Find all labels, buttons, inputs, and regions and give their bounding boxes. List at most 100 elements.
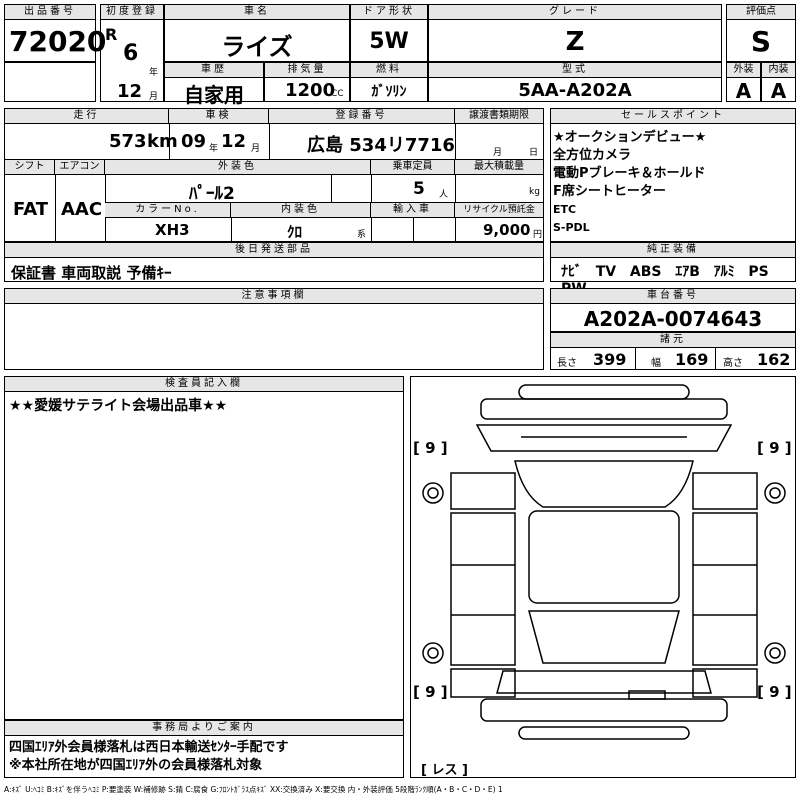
sales-point: 電動Pブレーキ＆ホールド (553, 166, 706, 181)
dimensions-box: 諸元 長さ 399 幅 169 高さ 162 (550, 332, 796, 370)
door-label: ドア形状 (351, 5, 427, 20)
notes-label: 注意事項欄 (5, 289, 543, 304)
right-side (692, 512, 758, 666)
inspection-month-unit: 月 (251, 144, 261, 154)
front-bumper (518, 384, 690, 400)
transfer-doc-label: 譲渡書類期限 (455, 109, 543, 124)
roof (528, 510, 680, 604)
displacement-box: 排気量 1200 CC (264, 62, 350, 102)
mileage: 573 (109, 131, 147, 152)
transfer-day: 日 (529, 148, 539, 158)
first-reg-month: 12 (117, 81, 143, 102)
hood (475, 424, 733, 452)
vehicle-details-block: 走行 車検 登録番号 譲渡書類期限 573 km 09 年 12 月 広島 53… (4, 108, 544, 242)
lot-number-spacer (4, 62, 96, 102)
month-unit: 月 (149, 92, 159, 102)
inspection-month: 12 (221, 131, 247, 152)
damage-legend: A:ｷｽﾞ U:ﾍｺﾐ B:ｷｽﾞを伴うﾍｺﾐ P:要塗装 W:補修跡 S:錆 … (4, 785, 503, 794)
fuel-label: 燃料 (351, 63, 427, 78)
chassis-box: 車台番号 A202A-0074643 (550, 288, 796, 332)
exterior-grade-box: 外装 A (726, 62, 761, 103)
ac-label: エアコン (55, 160, 105, 175)
exterior-grade: A (735, 79, 752, 103)
tyre-front-left (422, 482, 444, 504)
sales-points-label: セールスポイント (551, 109, 795, 124)
capacity: 5 (413, 179, 425, 199)
recycle-label: リサイクル預託金 (455, 203, 543, 218)
office-box: 事務局よりご案内 四国ｴﾘｱ外会員様落札は西日本輸送ｾﾝﾀｰ手配です ※本社所在… (4, 720, 404, 778)
sales-point: F席シートヒーター (553, 184, 666, 199)
sales-point: ★オークションデビュー★ (553, 130, 707, 145)
displacement-label: 排気量 (265, 63, 349, 78)
office-notice: 四国ｴﾘｱ外会員様落札は西日本輸送ｾﾝﾀｰ手配です ※本社所在地が四国ｴﾘｱ外の… (9, 739, 289, 775)
inspector-note: ★★愛媛サテライト会場出品車★★ (9, 398, 228, 414)
first-registration-box: 初度登録 R 6 年 12 月 (100, 4, 164, 102)
spare-tyre-mark: [ レス ] (421, 763, 468, 778)
tyre-mark-rear-left: [ 9 ] (413, 683, 448, 701)
fuel-box: 燃料 ｶﾞｿﾘﾝ (350, 62, 428, 102)
tyre-mark-rear-right: [ 9 ] (757, 683, 792, 701)
registration-number: 広島 534リ7716 (307, 135, 455, 156)
later-parts: 保証書 車両取説 予備ｷｰ (11, 264, 172, 282)
exterior-color: ﾊﾟｰﾙ2 (189, 184, 235, 204)
lot-number: 72020 (9, 25, 107, 58)
model-box: 型式 5AA-A202A (428, 62, 722, 102)
interior-grade-box: 内装 A (761, 62, 796, 103)
dimensions-label: 諸元 (551, 333, 795, 348)
ac-type: AAC (61, 199, 103, 220)
chassis-label: 車台番号 (551, 289, 795, 304)
later-parts-box: 後日発送部品 保証書 車両取説 予備ｷｰ (4, 242, 544, 282)
windshield (514, 460, 694, 508)
office-line-1: 四国ｴﾘｱ外会員様落札は西日本輸送ｾﾝﾀｰ手配です (9, 740, 289, 755)
lot-number-label: 出品番号 (5, 5, 95, 20)
car-diagram (422, 384, 786, 740)
equipment-label: 純正装備 (551, 243, 795, 258)
sales-point-list: ★オークションデビュー★ 全方位カメラ 電動Pブレーキ＆ホールド F席シートヒー… (553, 129, 706, 237)
inspector-label: 検査員記入欄 (5, 377, 403, 392)
office-line-2: ※本社所在地が四国ｴﾘｱ外の会員様落札対象 (9, 758, 263, 773)
grade-label: グレード (429, 5, 721, 20)
rear-bumper (480, 698, 728, 722)
model-label: 型式 (429, 63, 721, 78)
model-code: 5AA-A202A (518, 80, 632, 101)
shift-label: シフト (5, 160, 55, 175)
interior-color-label: 内装色 (231, 203, 371, 218)
recycle-unit: 円 (533, 230, 543, 240)
tyre-mark-front-right: [ 9 ] (757, 439, 792, 457)
registration-label: 登録番号 (269, 109, 455, 124)
capacity-unit: 人 (439, 190, 449, 200)
history: 自家用 (184, 83, 244, 107)
chassis-number: A202A-0074643 (583, 307, 763, 331)
interior-color-unit: 系 (357, 230, 367, 240)
capacity-label: 乗車定員 (371, 160, 455, 175)
sales-point: ETC (553, 203, 577, 216)
equip-abs: ABS (629, 264, 662, 280)
fuel: ｶﾞｿﾘﾝ (371, 84, 407, 100)
displacement-unit: CC (331, 89, 344, 99)
color-number: XH3 (155, 221, 190, 239)
later-parts-label: 後日発送部品 (5, 243, 543, 258)
inspection-year: 09 (181, 131, 207, 152)
grade: Z (565, 27, 585, 57)
rating-box: 評価点 S (726, 4, 796, 62)
mileage-label: 走行 (5, 109, 169, 124)
max-load-label: 最大積載量 (455, 160, 543, 175)
damage-diagram-box: [ 9 ] [ 9 ] [ 9 ] [ 9 ] [ レス ] (410, 376, 796, 778)
first-registration-label: 初度登録 (101, 5, 163, 20)
recycle-fee: 9,000 (483, 221, 531, 239)
grade-box: グレード Z (428, 4, 722, 62)
equip-tv: TV (595, 264, 617, 280)
color-number-label: カラーNo. (105, 203, 231, 218)
inspector-box: 検査員記入欄 ★★愛媛サテライト会場出品車★★ (4, 376, 404, 720)
length: 399 (593, 350, 627, 369)
transfer-month: 月 (493, 148, 503, 158)
exterior-color-label: 外装色 (105, 160, 371, 175)
max-load-unit: kg (529, 187, 540, 197)
rating-label: 評価点 (727, 5, 795, 20)
tyre-mark-front-left: [ 9 ] (413, 439, 448, 457)
equip-navi: ﾅﾋﾞ (561, 264, 582, 280)
rating: S (750, 25, 772, 58)
era: R (105, 25, 118, 44)
rear-hatch (496, 670, 712, 694)
mileage-unit: km (147, 131, 178, 152)
